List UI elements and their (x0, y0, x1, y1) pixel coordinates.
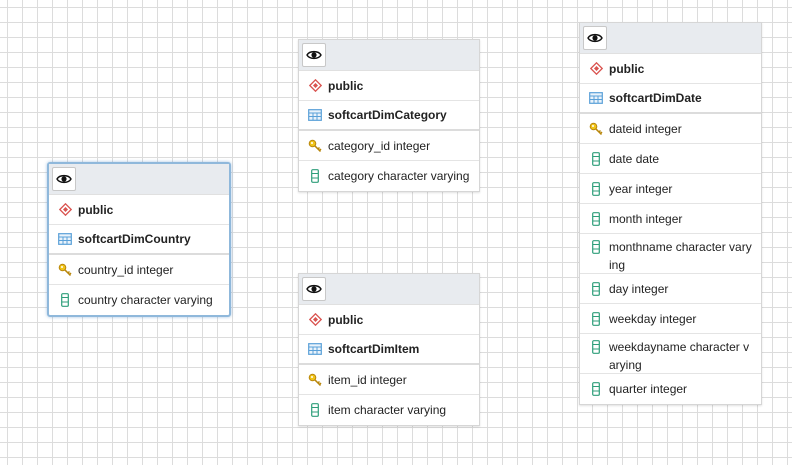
column-label: dateid integer (609, 121, 682, 136)
table-icon (58, 232, 72, 246)
table-icon (308, 342, 322, 356)
column-label: country character varying (78, 293, 213, 307)
table-node-softcartdimitem[interactable]: public softcartDimItem item_id integer i… (298, 273, 480, 426)
column-row[interactable]: category character varying (299, 161, 479, 191)
schema-icon (58, 203, 72, 217)
column-label: weekdayname character varying (609, 340, 750, 372)
table-node-softcartdimcategory[interactable]: public softcartDimCategory category_id i… (298, 39, 480, 192)
table-name-row: softcartDimCategory (299, 101, 479, 131)
column-row[interactable]: country_id integer (49, 255, 229, 285)
column-row[interactable]: weekday integer (580, 304, 761, 334)
column-row[interactable]: month integer (580, 204, 761, 234)
schema-name: public (328, 312, 364, 327)
schema-row: public (49, 195, 229, 225)
table-icon (589, 91, 603, 105)
column-label: date date (609, 151, 660, 166)
column-icon (589, 382, 603, 396)
table-node-header[interactable] (49, 164, 229, 195)
column-row[interactable]: year integer (580, 174, 761, 204)
table-name-row: softcartDimDate (580, 84, 761, 114)
schema-name: public (78, 202, 114, 217)
table-name: softcartDimCategory (328, 108, 447, 122)
eye-icon[interactable] (302, 43, 326, 67)
column-label: item character varying (328, 403, 447, 417)
column-row[interactable]: category_id integer (299, 131, 479, 161)
table-node-softcartdimdate[interactable]: public softcartDimDate dateid integer da… (579, 22, 762, 405)
schema-icon (308, 79, 322, 93)
column-icon (589, 240, 603, 254)
eye-icon[interactable] (302, 277, 326, 301)
column-label: month integer (609, 211, 683, 226)
column-label: monthname character varying (609, 240, 752, 272)
column-icon (308, 403, 322, 417)
column-row[interactable]: dateid integer (580, 114, 761, 144)
column-label: day integer (609, 281, 669, 296)
key-icon (589, 122, 603, 136)
key-icon (308, 373, 322, 387)
column-icon (589, 281, 603, 296)
column-row[interactable]: monthname character varying (580, 234, 761, 274)
column-icon (589, 211, 603, 226)
table-node-header[interactable] (580, 23, 761, 54)
table-name-row: softcartDimCountry (49, 225, 229, 255)
column-icon (589, 151, 603, 166)
schema-name: public (609, 61, 645, 76)
column-icon (589, 181, 603, 196)
table-name-row: softcartDimItem (299, 335, 479, 365)
eye-icon[interactable] (583, 26, 607, 50)
key-icon (308, 139, 322, 153)
column-label: quarter integer (609, 382, 688, 396)
column-label: weekday integer (609, 311, 697, 326)
column-row[interactable]: item character varying (299, 395, 479, 425)
table-node-header[interactable] (299, 274, 479, 305)
column-icon (308, 169, 322, 183)
key-icon (58, 263, 72, 277)
table-node-softcartdimcountry[interactable]: public softcartDimCountry country_id int… (47, 162, 231, 317)
table-node-header[interactable] (299, 40, 479, 71)
column-row[interactable]: country character varying (49, 285, 229, 315)
column-icon (589, 311, 603, 326)
column-row[interactable]: quarter integer (580, 374, 761, 404)
column-icon (58, 293, 72, 307)
schema-icon (308, 313, 322, 327)
column-row[interactable]: date date (580, 144, 761, 174)
column-row[interactable]: day integer (580, 274, 761, 304)
schema-row: public (299, 71, 479, 101)
column-label: category character varying (328, 169, 470, 183)
table-name: softcartDimDate (609, 91, 702, 105)
column-label: category_id integer (328, 138, 431, 153)
column-label: year integer (609, 181, 673, 196)
table-name: softcartDimCountry (78, 232, 191, 246)
column-row[interactable]: item_id integer (299, 365, 479, 395)
column-row[interactable]: weekdayname character varying (580, 334, 761, 374)
schema-row: public (299, 305, 479, 335)
schema-name: public (328, 78, 364, 93)
table-name: softcartDimItem (328, 342, 420, 356)
schema-icon (589, 62, 603, 76)
column-label: item_id integer (328, 372, 407, 387)
schema-row: public (580, 54, 761, 84)
column-label: country_id integer (78, 262, 174, 277)
table-icon (308, 108, 322, 122)
column-icon (589, 340, 603, 354)
eye-icon[interactable] (52, 167, 76, 191)
